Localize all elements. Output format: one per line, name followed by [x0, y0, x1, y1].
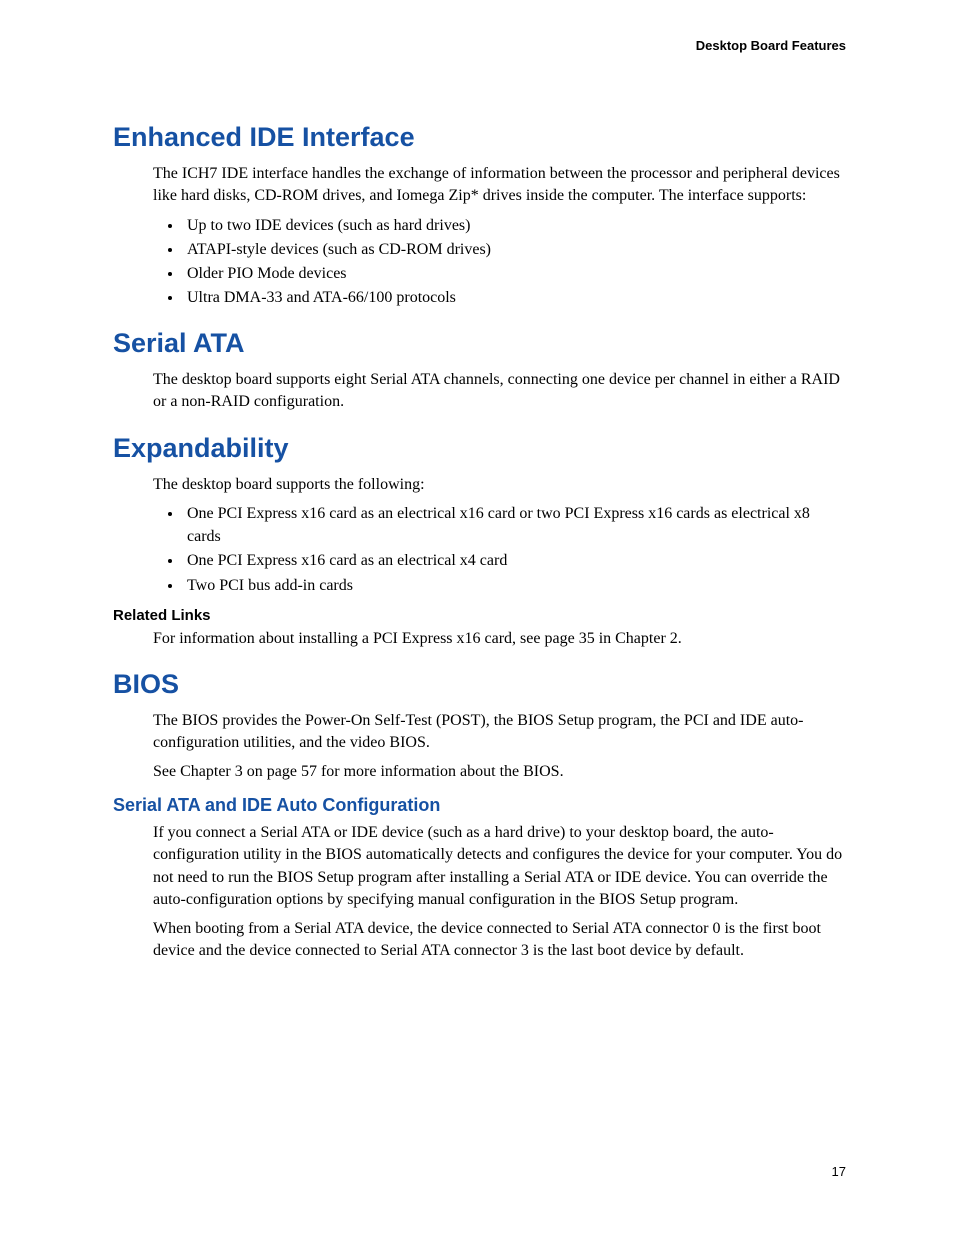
- list-item: Older PIO Mode devices: [183, 262, 846, 285]
- list-item: One PCI Express x16 card as an electrica…: [183, 549, 846, 572]
- heading-ide: Enhanced IDE Interface: [113, 121, 846, 155]
- bullet-list: One PCI Express x16 card as an electrica…: [153, 502, 846, 597]
- list-item: Up to two IDE devices (such as hard driv…: [183, 214, 846, 237]
- subheading-sata-ide-auto: Serial ATA and IDE Auto Configuration: [113, 795, 846, 816]
- paragraph: The BIOS provides the Power-On Self-Test…: [153, 710, 846, 755]
- heading-bios: BIOS: [113, 668, 846, 702]
- page-number: 17: [832, 1164, 846, 1179]
- paragraph: See Chapter 3 on page 57 for more inform…: [153, 761, 846, 783]
- section-ide: Enhanced IDE Interface The ICH7 IDE inte…: [113, 121, 846, 309]
- paragraph: The ICH7 IDE interface handles the excha…: [153, 163, 846, 208]
- section-expandability: Expandability The desktop board supports…: [113, 432, 846, 650]
- paragraph: For information about installing a PCI E…: [153, 628, 846, 650]
- section-sata: Serial ATA The desktop board supports ei…: [113, 327, 846, 414]
- list-item: ATAPI-style devices (such as CD-ROM driv…: [183, 238, 846, 261]
- list-item: Ultra DMA-33 and ATA-66/100 protocols: [183, 286, 846, 309]
- section-bios: BIOS The BIOS provides the Power-On Self…: [113, 668, 846, 962]
- heading-expandability: Expandability: [113, 432, 846, 466]
- paragraph: The desktop board supports the following…: [153, 474, 846, 496]
- paragraph: The desktop board supports eight Serial …: [153, 369, 846, 414]
- document-page: Desktop Board Features Enhanced IDE Inte…: [0, 0, 954, 1235]
- list-item: One PCI Express x16 card as an electrica…: [183, 502, 846, 548]
- heading-sata: Serial ATA: [113, 327, 846, 361]
- bullet-list: Up to two IDE devices (such as hard driv…: [153, 214, 846, 310]
- related-links-heading: Related Links: [113, 607, 846, 624]
- page-header: Desktop Board Features: [113, 38, 846, 53]
- paragraph: When booting from a Serial ATA device, t…: [153, 918, 846, 963]
- list-item: Two PCI bus add-in cards: [183, 574, 846, 597]
- paragraph: If you connect a Serial ATA or IDE devic…: [153, 822, 846, 912]
